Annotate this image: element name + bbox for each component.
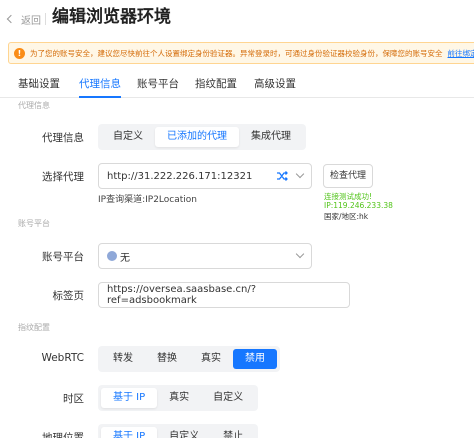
timezone-option-real[interactable]: 真实 <box>157 388 201 408</box>
tab-advanced[interactable]: 高级设置 <box>254 72 296 98</box>
shuffle-icon[interactable] <box>276 171 288 181</box>
webrtc-option-disable[interactable]: 禁用 <box>233 349 277 369</box>
globe-icon <box>107 251 117 261</box>
notice-link[interactable]: 前往绑定 <box>448 48 474 59</box>
account-platform-value: 无 <box>120 252 130 264</box>
timezone-option-ip[interactable]: 基于 IP <box>101 388 158 408</box>
webrtc-option-forward[interactable]: 转发 <box>101 349 145 369</box>
location-option-ip[interactable]: 基于 IP <box>101 427 158 438</box>
section-fingerprint-title: 指纹配置 <box>18 323 50 332</box>
warning-icon: ! <box>14 47 25 59</box>
webrtc-option-real[interactable]: 真实 <box>189 349 233 369</box>
webrtc-label: WebRTC <box>41 352 84 364</box>
select-proxy-label: 选择代理 <box>42 171 84 183</box>
location-option-block[interactable]: 禁止 <box>211 427 255 438</box>
proxy-select[interactable]: http://31.222.226.171:12321 <box>98 163 312 189</box>
proxy-type-label: 代理信息 <box>42 132 84 144</box>
tab-proxy[interactable]: 代理信息 <box>79 72 121 98</box>
chevron-left-icon <box>6 14 16 24</box>
webrtc-selector: 转发 替换 真实 禁用 <box>98 346 280 372</box>
proxy-type-selector: 自定义 已添加的代理 集成代理 <box>98 124 306 150</box>
tab-page-value: https://oversea.saasbase.cn/?ref=adsbook… <box>107 284 257 306</box>
proxy-select-value: http://31.222.226.171:12321 <box>107 170 253 182</box>
proxy-option-integrated[interactable]: 集成代理 <box>239 127 303 147</box>
tab-account[interactable]: 账号平台 <box>137 72 179 98</box>
timezone-label: 时区 <box>63 393 84 405</box>
section-account-title: 账号平台 <box>18 219 50 228</box>
proxy-check-region: 国家/地区:hk <box>324 212 369 221</box>
proxy-option-custom[interactable]: 自定义 <box>101 127 155 147</box>
chevron-down-icon <box>295 249 305 259</box>
back-button[interactable]: 返回 <box>6 10 41 28</box>
location-selector: 基于 IP 自定义 禁止 <box>98 424 259 438</box>
tab-page-input[interactable]: https://oversea.saasbase.cn/?ref=adsbook… <box>98 282 350 308</box>
timezone-option-custom[interactable]: 自定义 <box>201 388 255 408</box>
tab-basic[interactable]: 基础设置 <box>18 72 60 98</box>
location-label: 地理位置 <box>42 432 84 438</box>
ip-query-channel: IP查询渠道:IP2Location <box>98 195 197 205</box>
proxy-option-added[interactable]: 已添加的代理 <box>155 127 239 147</box>
tab-bar: 基础设置 代理信息 账号平台 指纹配置 高级设置 <box>0 72 474 98</box>
chevron-down-icon <box>295 169 305 179</box>
proxy-check-ip: IP:119.246.233.38 <box>324 201 393 210</box>
back-label: 返回 <box>21 15 41 27</box>
security-notice: ! 为了您的账号安全，建议您尽快前往个人设置绑定身份验证器。异常登录时，可通过身… <box>8 42 474 64</box>
header-divider <box>45 13 46 25</box>
check-proxy-button[interactable]: 检查代理 <box>323 164 374 188</box>
account-platform-label: 账号平台 <box>42 251 84 263</box>
tab-page-label: 标签页 <box>52 290 85 302</box>
section-proxy-title: 代理信息 <box>18 101 50 110</box>
timezone-selector: 基于 IP 真实 自定义 <box>98 385 259 411</box>
account-platform-select[interactable]: 无 <box>98 243 312 269</box>
notice-text: 为了您的账号安全，建议您尽快前往个人设置绑定身份验证器。异常登录时，可通过身份验… <box>30 48 443 58</box>
location-option-custom[interactable]: 自定义 <box>157 427 211 438</box>
tab-fingerprint[interactable]: 指纹配置 <box>195 72 237 98</box>
webrtc-option-replace[interactable]: 替换 <box>145 349 189 369</box>
page-title: 编辑浏览器环境 <box>52 7 171 27</box>
